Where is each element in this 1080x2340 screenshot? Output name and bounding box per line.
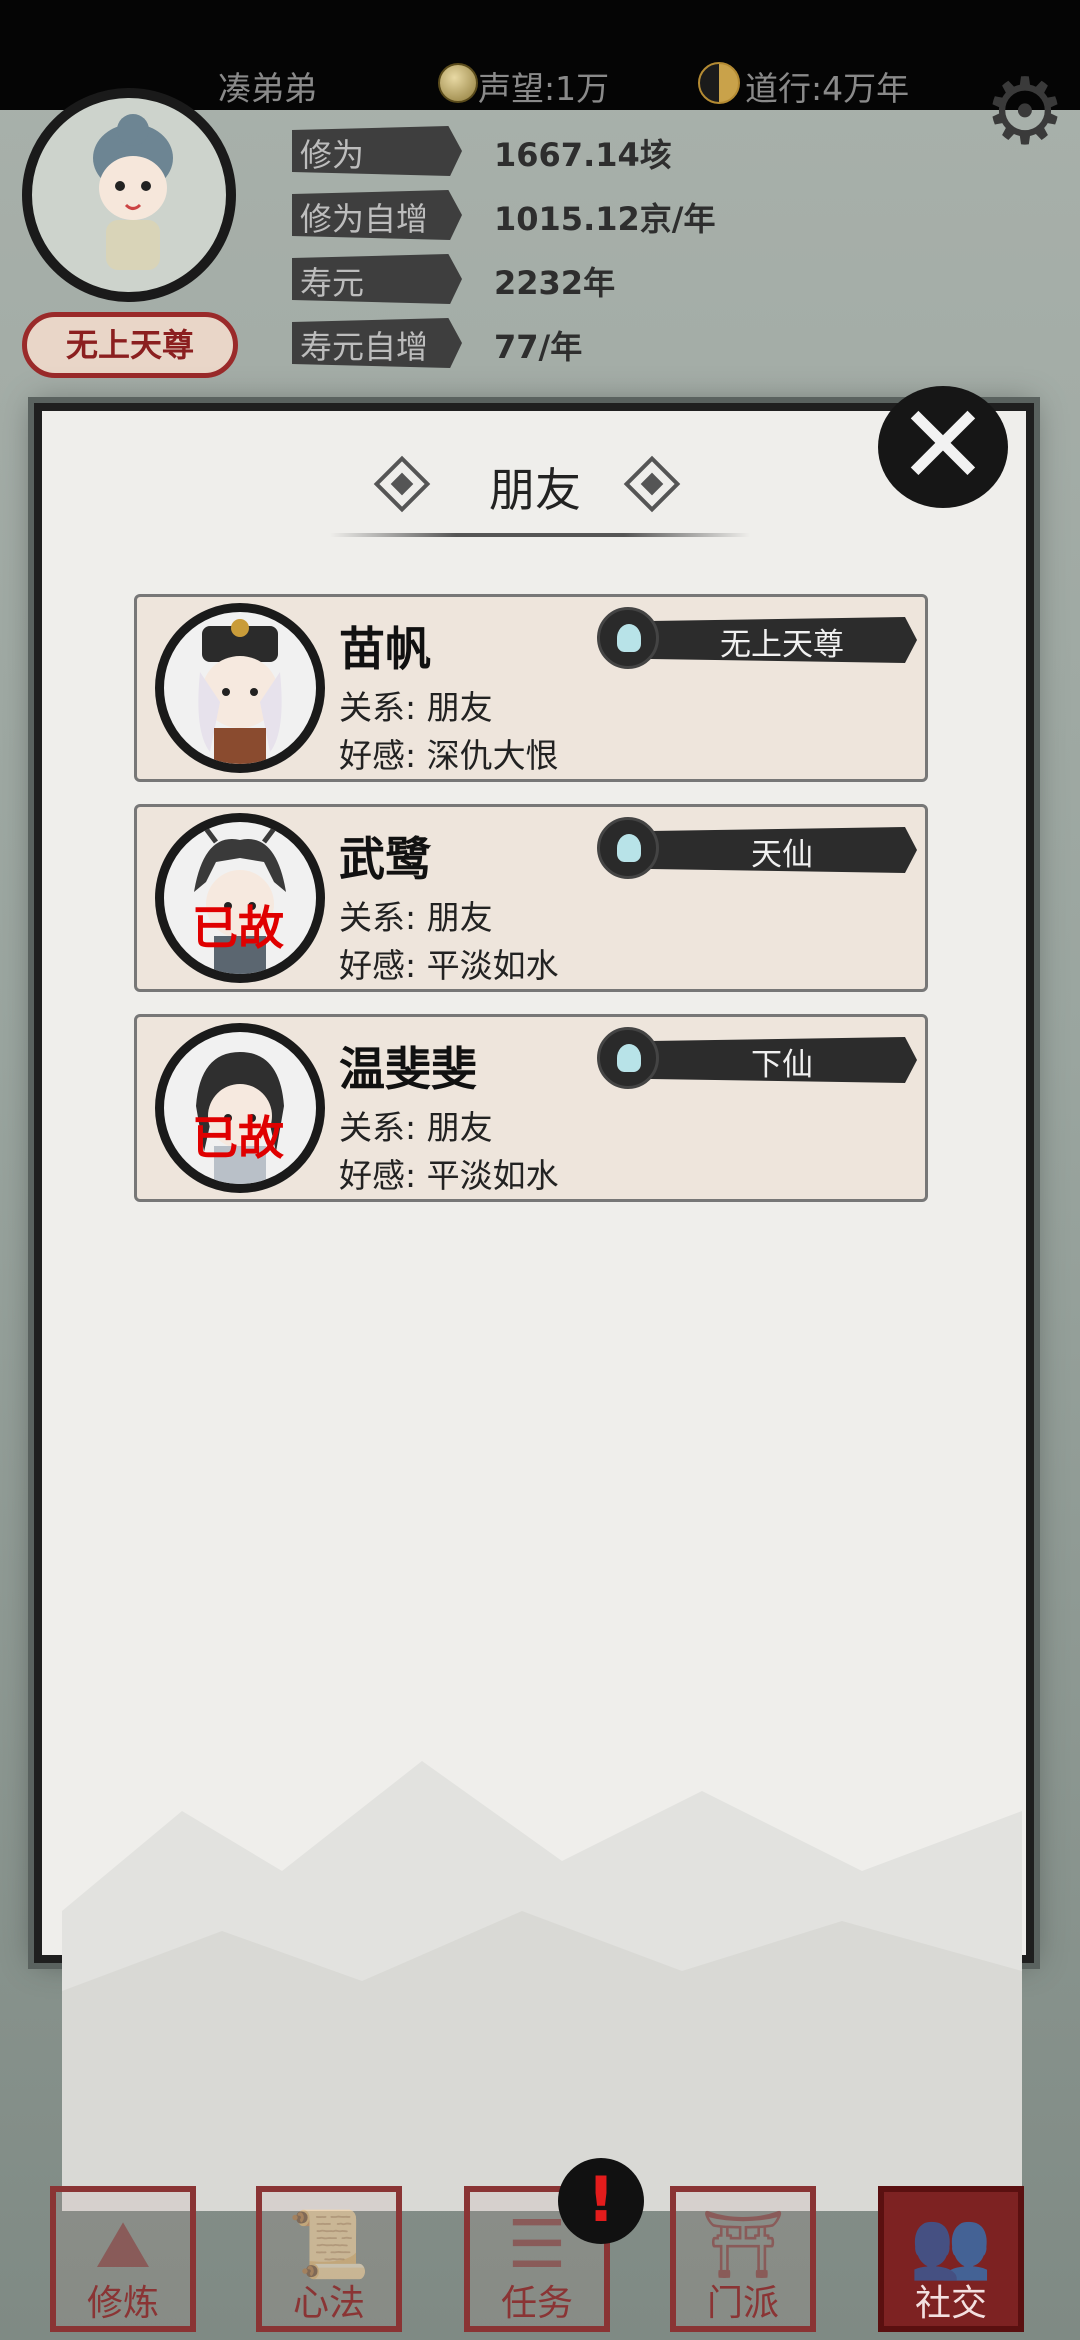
dialog-title: 朋友	[489, 463, 581, 517]
friend-avatar[interactable]: 已故	[155, 1023, 325, 1193]
friend-name: 温斐斐	[339, 1042, 477, 1096]
tab-label: 社交	[914, 2283, 987, 2324]
friend-affinity: 好感: 平淡如水	[339, 1156, 559, 1195]
realm-banner: 天仙	[597, 817, 917, 879]
meditation-icon	[597, 817, 659, 879]
stat-value: 77/年	[494, 328, 583, 366]
dao-practice-value: 道行:4万年	[745, 69, 910, 108]
stat-lifespan-growth: 寿元自增 77/年	[292, 314, 812, 370]
diamond-ornament-icon	[623, 455, 681, 513]
realm-banner: 无上天尊	[597, 607, 917, 669]
tab-label: 修炼	[86, 2283, 159, 2324]
player-name: 凑弟弟	[218, 69, 317, 108]
stat-label: 修为自增	[300, 200, 429, 238]
stat-label: 修为	[300, 136, 365, 174]
reputation-value: 声望:1万	[478, 69, 610, 108]
reputation-coin-icon	[438, 63, 478, 103]
social-icon: 👥	[909, 2206, 993, 2283]
sect-icon: ⛩	[701, 2206, 785, 2283]
friend-affinity: 好感: 平淡如水	[339, 946, 559, 985]
friend-relation: 关系: 朋友	[339, 898, 493, 937]
friend-avatar[interactable]	[155, 603, 325, 773]
scroll-icon: 📜	[287, 2206, 371, 2283]
friend-avatar[interactable]: 已故	[155, 813, 325, 983]
yinyang-icon	[698, 62, 740, 104]
close-button[interactable]: ✕	[878, 386, 1008, 508]
bottom-tab-bar: ⛰ 修炼 📜 心法 ☰ 任务 ⛩ 门派 👥 社交	[0, 2150, 1080, 2340]
player-portrait-icon	[93, 114, 173, 270]
ink-mountains-decoration	[62, 1761, 1022, 2211]
tab-mental-method[interactable]: 📜 心法	[256, 2186, 402, 2332]
realm-banner: 下仙	[597, 1027, 917, 1089]
stat-cultivation-growth: 修为自增 1015.12京/年	[292, 186, 812, 242]
realm-label: 天仙	[751, 837, 813, 873]
friend-name: 苗帆	[339, 622, 431, 676]
diamond-ornament-icon	[373, 455, 431, 513]
deceased-mark: 已故	[192, 1111, 284, 1165]
meditation-icon	[597, 1027, 659, 1089]
friend-card[interactable]: 已故 温斐斐 关系: 朋友 好感: 平淡如水 下仙	[134, 1014, 928, 1202]
tab-label: 心法	[292, 2283, 365, 2324]
tab-label: 任务	[500, 2283, 573, 2324]
close-icon: ✕	[896, 381, 990, 509]
friend-card[interactable]: 苗帆 关系: 朋友 好感: 深仇大恨 无上天尊	[134, 594, 928, 782]
friend-relation: 关系: 朋友	[339, 1108, 493, 1147]
friend-name: 武鹭	[339, 832, 431, 886]
dialog-title-group: 朋友	[370, 450, 700, 520]
stat-label: 寿元	[300, 264, 365, 302]
title-divider	[330, 533, 750, 537]
tab-label: 门派	[706, 2283, 779, 2324]
friend-portrait-icon	[198, 619, 282, 764]
player-rank-badge: 无上天尊	[22, 312, 238, 378]
deceased-mark: 已故	[192, 901, 284, 955]
stat-cultivation: 修为 1667.14垓	[292, 122, 812, 178]
settings-gear-icon[interactable]: ⚙	[975, 62, 1075, 162]
stat-value: 2232年	[494, 264, 616, 302]
friend-affinity: 好感: 深仇大恨	[339, 736, 559, 775]
friend-relation: 关系: 朋友	[339, 688, 493, 727]
meditation-icon	[597, 607, 659, 669]
stat-lifespan: 寿元 2232年	[292, 250, 812, 306]
task-alert-badge: !	[558, 2158, 644, 2244]
friend-card[interactable]: 已故 武鹭 关系: 朋友 好感: 平淡如水 天仙	[134, 804, 928, 992]
stat-label: 寿元自增	[300, 328, 429, 366]
realm-label: 无上天尊	[720, 627, 844, 663]
tab-social[interactable]: 👥 社交	[878, 2186, 1024, 2332]
stat-value: 1015.12京/年	[494, 200, 716, 238]
realm-label: 下仙	[751, 1047, 813, 1083]
tab-sect[interactable]: ⛩ 门派	[670, 2186, 816, 2332]
tab-cultivate[interactable]: ⛰ 修炼	[50, 2186, 196, 2332]
stat-value: 1667.14垓	[494, 136, 672, 174]
